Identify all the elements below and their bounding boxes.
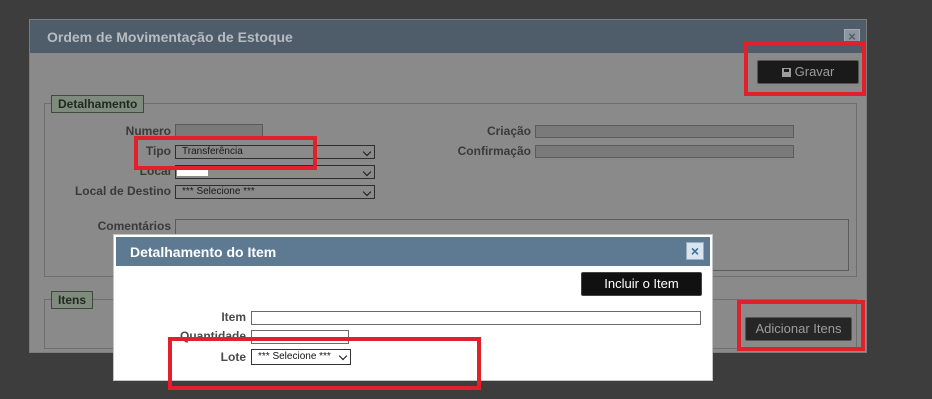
- comentarios-label: Comentários: [97, 219, 171, 233]
- chevron-down-icon: [362, 147, 372, 157]
- local-destino-label: Local de Destino: [74, 184, 171, 198]
- criacao-label: Criação: [486, 124, 531, 138]
- highlight-save-button: [744, 41, 866, 96]
- close-icon[interactable]: ×: [686, 242, 704, 260]
- confirmacao-field: [535, 145, 794, 158]
- criacao-field: [535, 125, 794, 138]
- confirmacao-label: Confirmação: [457, 144, 531, 158]
- local-destino-select-value: *** Selecione ***: [182, 186, 255, 197]
- highlight-add-items-button: [737, 300, 865, 351]
- chevron-down-icon: [362, 187, 372, 197]
- include-item-button[interactable]: Incluir o Item: [581, 272, 702, 296]
- chevron-down-icon: [362, 167, 372, 177]
- item-dialog-title: Detalhamento do Item ×: [116, 237, 710, 266]
- item-input[interactable]: [251, 311, 701, 325]
- highlight-lote-select: [168, 337, 481, 390]
- local-destino-select[interactable]: *** Selecione ***: [175, 185, 375, 199]
- itens-legend: Itens: [51, 291, 94, 309]
- item-label: Item: [221, 310, 246, 324]
- dialog-title: Ordem de Movimentação de Estoque: [30, 20, 866, 53]
- detalhamento-legend: Detalhamento: [51, 95, 145, 113]
- highlight-tipo-select: [134, 136, 317, 170]
- item-dialog-title-text: Detalhamento do Item: [130, 244, 277, 260]
